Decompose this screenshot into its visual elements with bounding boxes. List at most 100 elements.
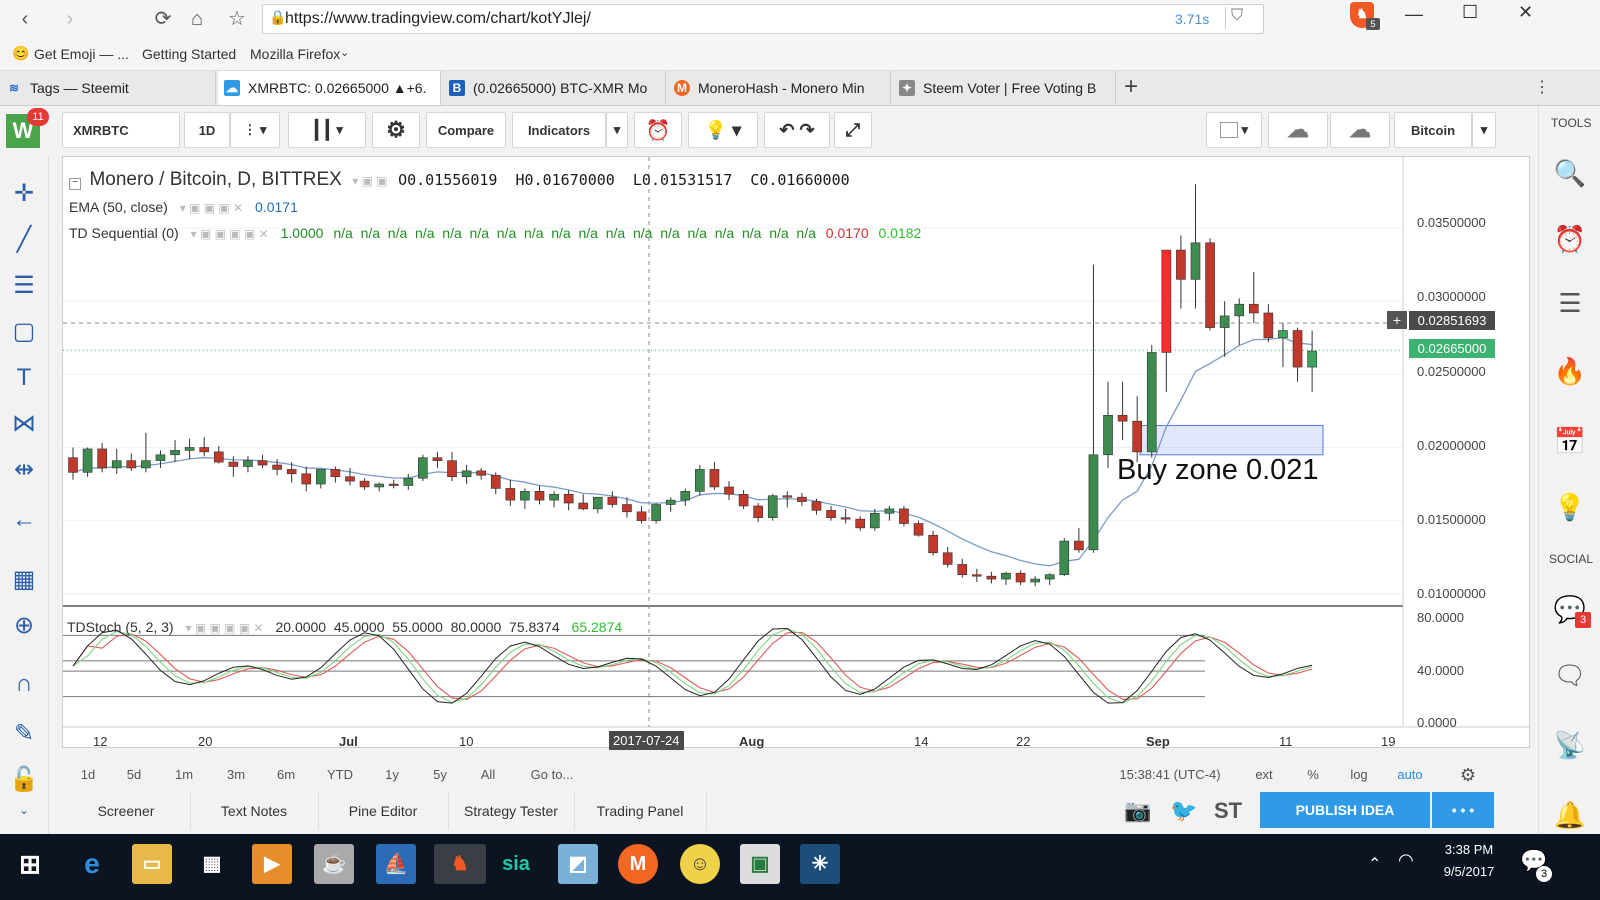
- private-chat-icon[interactable]: 🗨: [1553, 658, 1587, 692]
- indicators-button[interactable]: Indicators: [512, 112, 606, 148]
- data-window-icon[interactable]: ☰: [1553, 286, 1587, 320]
- windows-start-icon[interactable]: ⊞: [10, 844, 50, 884]
- profile-dropdown-icon[interactable]: ▾: [1472, 112, 1496, 148]
- twitter-icon[interactable]: 🐦: [1170, 798, 1197, 824]
- trend-line-icon[interactable]: ╱: [6, 222, 42, 258]
- ext-hours-toggle[interactable]: ext: [1248, 764, 1280, 786]
- add-alert-plus-icon[interactable]: +: [1387, 311, 1407, 329]
- tab-screener[interactable]: Screener: [62, 792, 191, 830]
- taskbar-time[interactable]: 3:38 PM: [1434, 842, 1504, 857]
- chart-area[interactable]: − Monero / Bitcoin, D, BITTREX ▾ ▣ ▣ O0.…: [62, 156, 1530, 750]
- minimize-icon[interactable]: —: [1405, 4, 1423, 25]
- new-tab-icon[interactable]: +: [1124, 73, 1138, 101]
- crosshair-icon[interactable]: ✛: [6, 176, 42, 212]
- clock-timezone[interactable]: 15:38:41 (UTC-4): [1114, 764, 1226, 786]
- forward-icon[interactable]: ›: [55, 2, 85, 36]
- tray-chevron-icon[interactable]: ⌃: [1368, 854, 1381, 874]
- close-window-icon[interactable]: ✕: [1518, 2, 1533, 23]
- scroll-down-icon[interactable]: ⌄: [6, 792, 42, 828]
- reload-icon[interactable]: ⟳: [148, 2, 178, 36]
- ideas-stream-icon[interactable]: 💡: [1553, 490, 1587, 524]
- store-icon[interactable]: ▦: [192, 844, 232, 884]
- range-ytd[interactable]: YTD: [322, 764, 358, 786]
- maximize-icon[interactable]: ☐: [1462, 2, 1478, 23]
- more-intervals-button[interactable]: ⋮ ▾: [230, 112, 280, 148]
- rectangle-icon[interactable]: ▢: [6, 314, 42, 350]
- edge-icon[interactable]: e: [72, 844, 112, 884]
- sia-icon[interactable]: sia: [496, 844, 536, 884]
- fullscreen-icon[interactable]: ⤢: [834, 112, 872, 148]
- cloud-load-icon[interactable]: ☁: [1268, 112, 1328, 148]
- measure-icon[interactable]: ▦: [6, 562, 42, 598]
- layout-button[interactable]: ▾: [1206, 112, 1262, 148]
- fib-lines-icon[interactable]: ☰: [6, 268, 42, 304]
- chart-canvas[interactable]: [63, 157, 1529, 747]
- tab-bittrex[interactable]: B (0.02665000) BTC-XMR Mo: [443, 71, 666, 105]
- bookmark-get-emoji[interactable]: Get Emoji — ...: [34, 46, 129, 62]
- taskbar-date[interactable]: 9/5/2017: [1434, 864, 1504, 879]
- tab-steem-voter[interactable]: ✦ Steem Voter | Free Voting B: [893, 71, 1116, 105]
- stoch-settings-icon[interactable]: ▾ ▣ ▣ ▣ ▣ ✕: [185, 621, 263, 635]
- notifications-bell-icon[interactable]: 🔔: [1553, 798, 1587, 832]
- lock-drawing-icon[interactable]: ✎: [6, 716, 42, 752]
- shield-icon[interactable]: ⛉: [1225, 7, 1248, 29]
- bookmark-mozilla-firefox[interactable]: Mozilla Firefox: [250, 46, 340, 62]
- spreadsheet-icon[interactable]: ▣: [740, 844, 780, 884]
- auto-scale-toggle[interactable]: auto: [1392, 764, 1428, 786]
- range-5d[interactable]: 5d: [118, 764, 150, 786]
- brave-taskbar-icon[interactable]: ♞: [434, 844, 486, 884]
- zoom-in-icon[interactable]: ⊕: [6, 608, 42, 644]
- wifi-icon[interactable]: ◠: [1398, 850, 1414, 871]
- publish-more-button[interactable]: • • •: [1432, 792, 1494, 828]
- home-icon[interactable]: ⌂: [182, 2, 212, 36]
- tab-tradingview[interactable]: ☁ XMRBTC: 0.02665000 ▲+6.: [218, 71, 441, 105]
- streams-icon[interactable]: 📡: [1553, 728, 1587, 762]
- range-1m[interactable]: 1m: [168, 764, 200, 786]
- interval-button[interactable]: 1D: [184, 112, 230, 148]
- scale-settings-gear-icon[interactable]: ⚙: [1454, 764, 1482, 786]
- alert-add-icon[interactable]: ⏰: [634, 112, 682, 148]
- app-icon[interactable]: ⛵: [376, 844, 416, 884]
- settings-gear-icon[interactable]: ⚙: [372, 112, 420, 148]
- smiley-app-icon[interactable]: ☺: [680, 844, 720, 884]
- bookmark-star-icon[interactable]: ☆: [222, 2, 252, 36]
- collapse-icon[interactable]: −: [69, 178, 81, 190]
- chevron-down-icon[interactable]: ⌄: [340, 46, 349, 59]
- range-6m[interactable]: 6m: [270, 764, 302, 786]
- compare-button[interactable]: Compare: [426, 112, 506, 148]
- goto-date-button[interactable]: Go to...: [522, 764, 582, 786]
- prediction-icon[interactable]: ⇹: [6, 452, 42, 488]
- watchlist-search-icon[interactable]: 🔍: [1553, 156, 1587, 190]
- camera-snapshot-icon[interactable]: 📷: [1124, 798, 1151, 824]
- tab-text-notes[interactable]: Text Notes: [190, 792, 319, 830]
- magnet-icon[interactable]: ∩: [6, 666, 42, 702]
- bookmark-getting-started[interactable]: Getting Started: [142, 46, 236, 62]
- chart-profile-button[interactable]: Bitcoin: [1394, 112, 1472, 148]
- tab-steemit[interactable]: ≋ Tags — Steemit: [0, 71, 216, 105]
- pattern-icon[interactable]: ⋈: [6, 406, 42, 442]
- range-all[interactable]: All: [472, 764, 504, 786]
- tab-monerohash[interactable]: M MoneroHash - Monero Min: [668, 71, 891, 105]
- cloud-save-icon[interactable]: ☁: [1330, 112, 1390, 148]
- chart-style-button[interactable]: ┃┃ ▾: [288, 112, 366, 148]
- url-bar[interactable]: 🔒 https://www.tradingview.com/chart/kotY…: [262, 4, 1264, 34]
- tab-trading-panel[interactable]: Trading Panel: [574, 792, 707, 830]
- arrow-left-icon[interactable]: ←: [6, 502, 42, 538]
- monero-wallet-icon[interactable]: M: [618, 844, 658, 884]
- buy-zone-annotation[interactable]: Buy zone 0.021: [1117, 454, 1319, 487]
- log-scale-toggle[interactable]: log: [1344, 764, 1374, 786]
- java-icon[interactable]: ☕: [314, 844, 354, 884]
- stocktwits-icon[interactable]: ST: [1214, 798, 1242, 824]
- legend-settings-icon[interactable]: ▾ ▣ ▣: [352, 174, 387, 188]
- tab-strategy-tester[interactable]: Strategy Tester: [448, 792, 575, 830]
- media-player-icon[interactable]: ▶: [252, 844, 292, 884]
- calendar-icon[interactable]: 📅: [1553, 424, 1587, 458]
- cross-app-icon[interactable]: ✳: [800, 844, 840, 884]
- hotlist-flame-icon[interactable]: 🔥: [1553, 354, 1587, 388]
- range-1d[interactable]: 1d: [72, 764, 104, 786]
- publish-idea-button[interactable]: PUBLISH IDEA: [1260, 792, 1430, 828]
- tab-menu-icon[interactable]: ⋮: [1534, 77, 1550, 97]
- file-explorer-icon[interactable]: ▭: [132, 844, 172, 884]
- range-3m[interactable]: 3m: [220, 764, 252, 786]
- range-5y[interactable]: 5y: [424, 764, 456, 786]
